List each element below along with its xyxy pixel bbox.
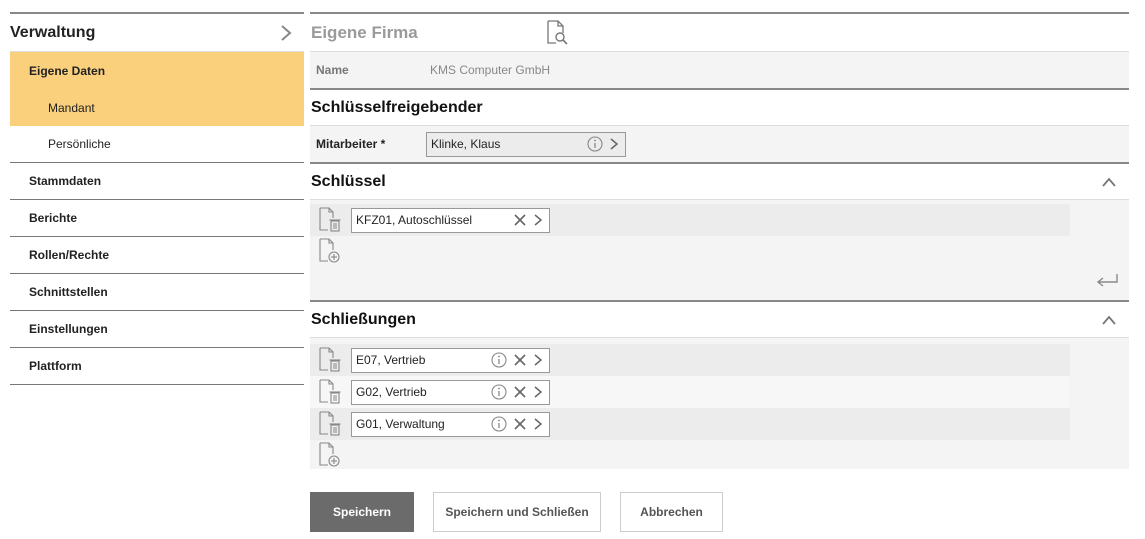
page-title: Eigene Firma <box>311 22 418 42</box>
employee-value: Klinke, Klaus <box>431 137 501 151</box>
lock-field[interactable]: E07, Vertrieb <box>351 347 550 373</box>
chevron-right-icon[interactable] <box>533 353 543 367</box>
chevron-up-icon[interactable] <box>1101 176 1117 188</box>
keys-section-header[interactable]: Schlüssel <box>310 162 1129 200</box>
delete-document-icon[interactable] <box>317 347 343 373</box>
info-icon[interactable] <box>491 384 507 400</box>
lock-field[interactable]: G01, Verwaltung <box>351 411 550 437</box>
sidebar-item-label: Einstellungen <box>29 322 108 336</box>
delete-document-icon[interactable] <box>317 379 343 405</box>
locks-section-header[interactable]: Schließungen <box>310 300 1129 338</box>
lock-value: E07, Vertrieb <box>356 353 426 367</box>
sidebar-header[interactable]: Verwaltung <box>10 12 304 52</box>
sidebar-item-label: Plattform <box>29 359 82 373</box>
chevron-right-icon[interactable] <box>533 417 543 431</box>
keys-panel: KFZ01, Autoschlüssel <box>310 200 1129 300</box>
list-item: E07, Vertrieb <box>310 344 1070 376</box>
key-approver-title: Schlüsselfreigebender <box>311 98 483 116</box>
list-item: G02, Vertrieb <box>310 376 1070 408</box>
sidebar-item-label: Mandant <box>48 101 95 115</box>
key-approver-section-header: Schlüsselfreigebender <box>310 88 1129 126</box>
company-name-row: Name KMS Computer GmbH <box>310 52 1129 88</box>
sidebar-item-label: Schnittstellen <box>29 285 108 299</box>
close-icon[interactable] <box>513 213 527 227</box>
sidebar-item-eigene-daten[interactable]: Eigene Daten <box>10 52 304 90</box>
sidebar-item-plattform[interactable]: Plattform <box>10 348 304 385</box>
add-document-icon[interactable] <box>317 442 343 468</box>
add-key-row <box>310 236 1129 266</box>
company-name-value: KMS Computer GmbH <box>430 63 551 77</box>
delete-document-icon[interactable] <box>317 207 343 233</box>
chevron-up-icon[interactable] <box>1101 314 1117 326</box>
action-buttons: Speichern Speichern und Schließen Abbrec… <box>310 492 723 532</box>
chevron-right-icon[interactable] <box>280 23 292 43</box>
info-icon[interactable] <box>587 136 603 152</box>
lock-value: G01, Verwaltung <box>356 417 445 431</box>
sidebar-title: Verwaltung <box>10 23 96 41</box>
sidebar-item-label: Rollen/Rechte <box>29 248 110 262</box>
lock-field[interactable]: G02, Vertrieb <box>351 379 550 405</box>
info-icon[interactable] <box>491 416 507 432</box>
sidebar-item-label: Berichte <box>29 211 78 225</box>
add-document-icon[interactable] <box>317 238 343 264</box>
cancel-button[interactable]: Abbrechen <box>620 492 723 532</box>
sidebar-item-mandant[interactable]: Mandant <box>10 90 304 126</box>
return-row <box>310 266 1129 300</box>
sidebar-item-rollen-rechte[interactable]: Rollen/Rechte <box>10 237 304 274</box>
sidebar-item-stammdaten[interactable]: Stammdaten <box>10 163 304 200</box>
return-icon[interactable] <box>1095 272 1119 290</box>
sidebar-item-persoenliche[interactable]: Persönliche <box>10 126 304 163</box>
sidebar-item-label: Eigene Daten <box>29 64 106 78</box>
key-value: KFZ01, Autoschlüssel <box>356 213 473 227</box>
list-item: G01, Verwaltung <box>310 408 1070 440</box>
add-lock-row <box>310 440 1129 470</box>
list-item: KFZ01, Autoschlüssel <box>310 204 1070 236</box>
document-search-icon[interactable] <box>545 20 569 46</box>
chevron-right-icon[interactable] <box>533 213 543 227</box>
info-icon[interactable] <box>491 352 507 368</box>
sidebar: Verwaltung Eigene Daten Mandant Persönli… <box>10 12 304 385</box>
sidebar-item-label: Persönliche <box>48 137 111 151</box>
sidebar-item-label: Stammdaten <box>29 174 102 188</box>
locks-title: Schließungen <box>311 310 416 328</box>
page-header: Eigene Firma <box>310 12 1129 52</box>
sidebar-item-berichte[interactable]: Berichte <box>10 200 304 237</box>
lock-value: G02, Vertrieb <box>356 385 427 399</box>
close-icon[interactable] <box>513 353 527 367</box>
locks-panel: E07, Vertrieb G02, Vertrieb G01, Verwalt… <box>310 338 1129 469</box>
employee-label: Mitarbeiter * <box>316 137 386 151</box>
close-icon[interactable] <box>513 385 527 399</box>
close-icon[interactable] <box>513 417 527 431</box>
sidebar-item-schnittstellen[interactable]: Schnittstellen <box>10 274 304 311</box>
main-content: Eigene Firma Name KMS Computer GmbH Schl… <box>310 12 1129 532</box>
chevron-right-icon[interactable] <box>609 137 619 151</box>
save-and-close-button[interactable]: Speichern und Schließen <box>433 492 601 532</box>
chevron-right-icon[interactable] <box>533 385 543 399</box>
save-button[interactable]: Speichern <box>310 492 414 532</box>
employee-field[interactable]: Klinke, Klaus <box>426 131 626 157</box>
employee-row: Mitarbeiter * Klinke, Klaus <box>310 126 1129 162</box>
key-field[interactable]: KFZ01, Autoschlüssel <box>351 207 550 233</box>
company-name-label: Name <box>316 63 349 77</box>
delete-document-icon[interactable] <box>317 411 343 437</box>
keys-title: Schlüssel <box>311 172 386 190</box>
sidebar-item-einstellungen[interactable]: Einstellungen <box>10 311 304 348</box>
